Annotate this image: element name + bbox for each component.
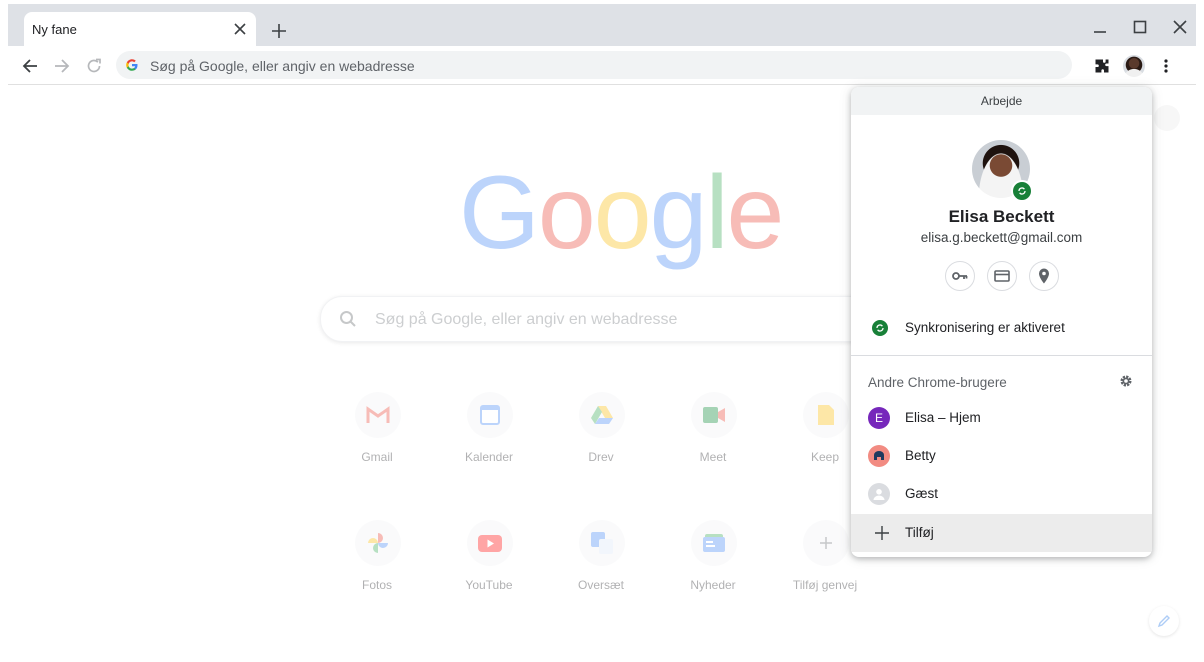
other-profiles-title: Andre Chrome-brugere: [868, 375, 1007, 390]
profile-item-elisa-home[interactable]: E Elisa – Hjem: [851, 399, 1152, 437]
menu-button[interactable]: [1153, 53, 1179, 79]
shortcut-label: Nyheder: [690, 578, 736, 592]
extensions-button[interactable]: [1089, 53, 1115, 79]
avatar: [868, 445, 890, 467]
add-profile-label: Tilføj: [905, 525, 934, 540]
gmail-icon: [355, 392, 401, 438]
shortcut-label: Tilføj genvej: [792, 578, 858, 592]
tab-title: Ny fane: [32, 22, 77, 37]
shortcut-translate[interactable]: Oversæt: [545, 520, 657, 632]
addresses-button[interactable]: [1029, 261, 1059, 291]
tab-strip: Ny fane: [8, 4, 1196, 46]
close-window-button[interactable]: [1167, 14, 1193, 40]
avatar: [1123, 55, 1145, 77]
logo-letter: l: [705, 155, 728, 271]
guest-avatar-icon: [868, 483, 890, 505]
plus-icon: [803, 520, 849, 566]
shortcut-gmail[interactable]: Gmail: [321, 392, 433, 504]
ntp-avatar[interactable]: [1154, 105, 1180, 131]
new-tab-button[interactable]: [267, 19, 291, 43]
sync-badge-icon: [1011, 180, 1033, 202]
google-logo: Google: [459, 155, 785, 271]
sync-status-label: Synkronisering er aktiveret: [905, 320, 1065, 335]
sync-status-row[interactable]: Synkronisering er aktiveret: [851, 308, 1152, 348]
profile-item-guest[interactable]: Gæst: [851, 475, 1152, 513]
shortcut-meet[interactable]: Meet: [657, 392, 769, 504]
profile-email: elisa.g.beckett@gmail.com: [920, 230, 1083, 245]
shortcut-photos[interactable]: Fotos: [321, 520, 433, 632]
maximize-button[interactable]: [1127, 14, 1153, 40]
shortcut-news[interactable]: Nyheder: [657, 520, 769, 632]
shortcut-label: Drev: [588, 450, 614, 464]
toolbar: [8, 46, 1196, 85]
manage-profiles-button[interactable]: [1117, 372, 1135, 390]
kebab-menu-icon: [1164, 59, 1168, 73]
profile-item-label: Betty: [905, 448, 936, 463]
elephant-icon: [874, 451, 884, 460]
location-pin-icon: [1039, 268, 1049, 284]
address-input[interactable]: [148, 55, 1052, 77]
reload-button[interactable]: [81, 53, 107, 79]
passwords-button[interactable]: [945, 261, 975, 291]
ntp-search-input[interactable]: [373, 309, 857, 331]
profile-menu: Arbejde Elisa Beckett elisa.g.beckett@gm…: [851, 87, 1152, 557]
search-icon: [339, 310, 357, 333]
logo-letter: G: [459, 155, 540, 271]
ntp-search-box[interactable]: [320, 296, 882, 342]
omnibox[interactable]: [116, 51, 1072, 79]
payment-methods-button[interactable]: [987, 261, 1017, 291]
drive-icon: [579, 392, 625, 438]
plus-icon: [871, 522, 893, 544]
logo-letter: g: [649, 155, 708, 271]
divider: [851, 355, 1152, 356]
logo-letter: o: [537, 155, 596, 271]
back-button[interactable]: [17, 53, 43, 79]
customize-button[interactable]: [1149, 606, 1179, 636]
meet-icon: [691, 392, 737, 438]
news-icon: [691, 520, 737, 566]
sync-icon: [872, 320, 888, 336]
profile-item-label: Elisa – Hjem: [905, 410, 981, 425]
profile-button[interactable]: [1121, 53, 1147, 79]
shortcut-label: YouTube: [465, 578, 513, 592]
tab-new-tab[interactable]: Ny fane: [24, 12, 256, 46]
profile-menu-header: Arbejde: [851, 87, 1152, 115]
google-g-icon: [125, 58, 139, 72]
shortcut-calendar[interactable]: Kalender: [433, 392, 545, 504]
profile-item-betty[interactable]: Betty: [851, 437, 1152, 475]
shortcut-youtube[interactable]: YouTube: [433, 520, 545, 632]
shortcut-label: Oversæt: [577, 578, 624, 592]
credit-card-icon: [994, 270, 1010, 282]
photos-icon: [355, 520, 401, 566]
forward-button[interactable]: [49, 53, 75, 79]
add-profile-button[interactable]: Tilføj: [851, 514, 1152, 552]
logo-letter: e: [726, 155, 785, 271]
gear-icon: [1120, 375, 1132, 387]
youtube-icon: [467, 520, 513, 566]
pencil-icon: [1157, 615, 1170, 628]
translate-icon: [579, 520, 625, 566]
keep-icon: [803, 392, 849, 438]
calendar-icon: [467, 392, 513, 438]
shortcut-label: Meet: [699, 450, 727, 464]
key-icon: [952, 272, 968, 280]
minimize-button[interactable]: [1087, 14, 1113, 40]
shortcut-label: Fotos: [361, 578, 392, 592]
shortcut-label: Kalender: [464, 450, 514, 464]
shortcut-drive[interactable]: Drev: [545, 392, 657, 504]
puzzle-icon: [1095, 59, 1109, 73]
profile-item-label: Gæst: [905, 486, 939, 501]
close-tab-icon[interactable]: [230, 19, 250, 39]
browser-window: Ny fane Søg på Google, eller angiv en we…: [8, 4, 1196, 654]
logo-letter: o: [593, 155, 652, 271]
profile-name: Elisa Beckett: [948, 207, 1055, 226]
avatar: E: [868, 407, 890, 429]
shortcut-label: Gmail: [361, 450, 393, 464]
